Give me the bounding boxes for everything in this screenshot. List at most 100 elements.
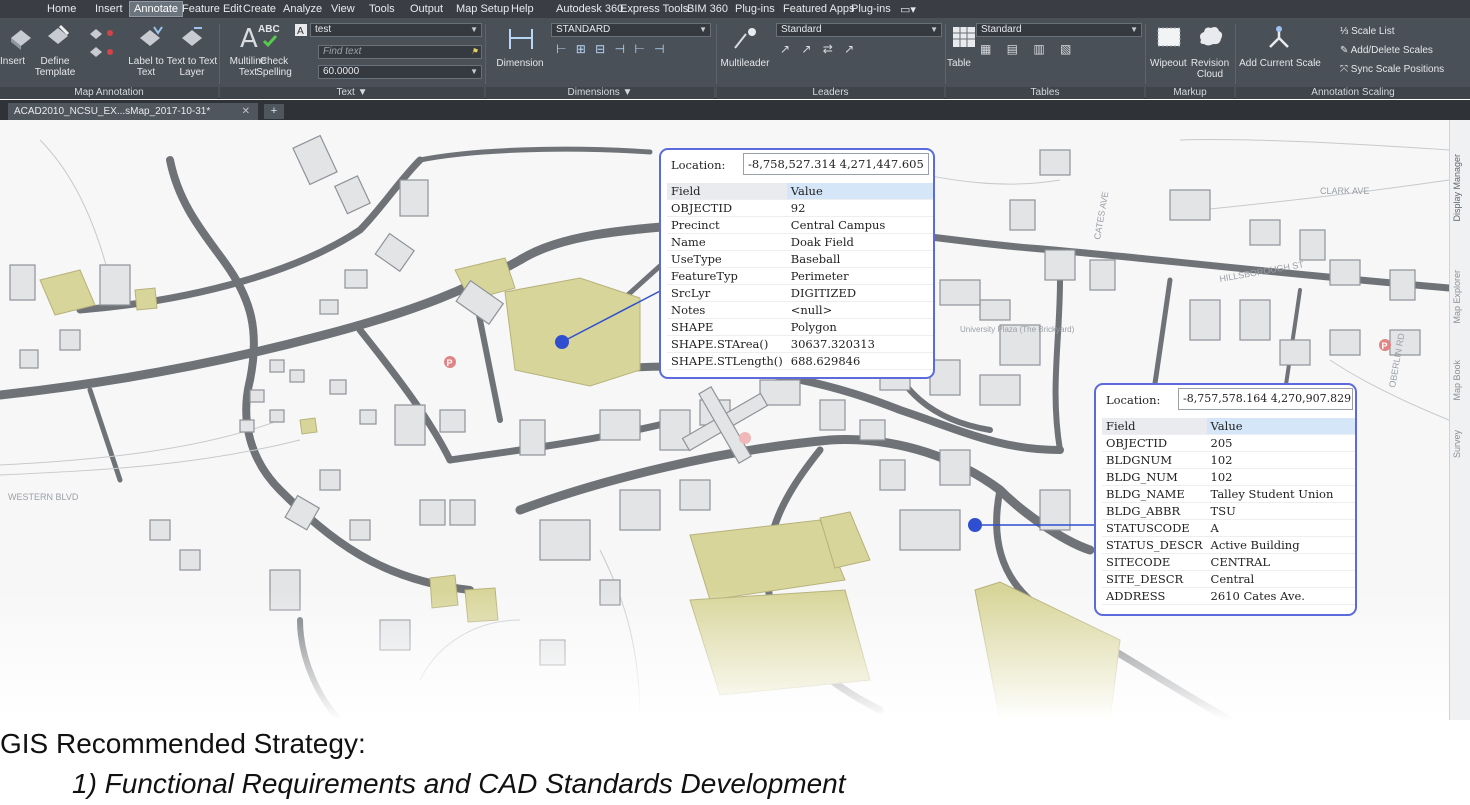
table-row[interactable]: ADDRESS 2610 Cates Ave. — [1102, 587, 1355, 605]
dimension-icon[interactable] — [506, 26, 536, 57]
map-annotation-small-icons[interactable] — [86, 26, 120, 71]
ribbon-tab-annotate[interactable]: Annotate — [129, 1, 184, 17]
attribute-table: Field Value OBJECTID 205 BLDGNUM 102 BLDG_NUM 1… — [1102, 418, 1355, 605]
define-template-button-label[interactable]: Define Template — [30, 56, 80, 78]
field-name-cell: BLDGNUM — [1102, 451, 1207, 469]
dimension-style-dropdown[interactable]: STANDARD ▼ — [551, 23, 711, 37]
field-name-cell: UseType — [667, 250, 787, 268]
ribbon-overflow-icon[interactable]: ▭▾ — [900, 3, 916, 16]
check-spelling-button-label[interactable]: Check Spelling — [254, 56, 294, 78]
leader-style-dropdown[interactable]: Standard ▼ — [776, 23, 942, 37]
multileader-button-label[interactable]: Multileader — [718, 58, 772, 69]
ribbon-tab-home[interactable]: Home — [47, 3, 76, 15]
revision-cloud-icon[interactable] — [1196, 24, 1224, 53]
document-tab[interactable]: ACAD2010_NCSU_EX...sMap_2017-10-31* ✕ — [8, 103, 258, 120]
ribbon-tab-plug-ins[interactable]: Plug-ins — [851, 3, 891, 15]
wipeout-button-label[interactable]: Wipeout — [1150, 58, 1187, 69]
popup-location-label: Location: — [1106, 393, 1161, 407]
table-row[interactable]: Name Doak Field — [667, 233, 933, 251]
insert-button-label[interactable]: Insert — [0, 56, 25, 67]
table-row[interactable]: Notes <null> — [667, 301, 933, 319]
ribbon-tab-map-setup[interactable]: Map Setup — [456, 3, 509, 15]
table-header-row: Field Value — [667, 183, 933, 200]
table-header-row: Field Value — [1102, 418, 1355, 435]
table-row[interactable]: OBJECTID 92 — [667, 199, 933, 217]
text-to-layer-button-label[interactable]: Text to Text Layer — [166, 56, 218, 78]
table-row[interactable]: Precinct Central Campus — [667, 216, 933, 234]
field-name-cell: STATUSCODE — [1102, 519, 1207, 537]
check-spelling-icon[interactable] — [262, 34, 278, 53]
ribbon-tab-create[interactable]: Create — [243, 3, 276, 15]
ribbon-tab-plug-ins[interactable]: Plug-ins — [735, 3, 775, 15]
display-manager-tab[interactable]: Display Manager — [1452, 154, 1462, 222]
define-template-icon[interactable] — [44, 24, 72, 55]
table-row[interactable]: BLDGNUM 102 — [1102, 451, 1355, 469]
close-icon[interactable]: ✕ — [242, 103, 250, 120]
table-row[interactable]: STATUSCODE A — [1102, 519, 1355, 537]
find-text-input[interactable]: Find text ⚑ — [318, 45, 482, 59]
table-row[interactable]: SrcLyr DIGITIZED — [667, 284, 933, 302]
add-current-scale-button-label[interactable]: Add Current Scale — [1238, 58, 1322, 69]
scale-list-button[interactable]: ⅓ Scale List — [1340, 26, 1394, 37]
text-style-dropdown[interactable]: test ▼ — [310, 23, 482, 37]
table-row[interactable]: OBJECTID 205 — [1102, 434, 1355, 452]
table-style-dropdown[interactable]: Standard ▼ — [976, 23, 1142, 37]
ribbon-tab-feature-edit[interactable]: Feature Edit — [182, 3, 242, 15]
wipeout-icon[interactable] — [1156, 26, 1182, 53]
insert-icon[interactable] — [8, 26, 34, 55]
field-value-cell: 102 — [1206, 468, 1355, 486]
ribbon-tab-featured-apps[interactable]: Featured Apps — [783, 3, 855, 15]
table-row[interactable]: STATUS_DESCR Active Building — [1102, 536, 1355, 554]
table-button-label[interactable]: Table — [946, 58, 972, 69]
text-height-dropdown[interactable]: 60.0000 ▼ — [318, 65, 482, 79]
ribbon-tab-output[interactable]: Output — [410, 3, 443, 15]
survey-tab[interactable]: Survey — [1452, 430, 1462, 458]
multiline-text-icon[interactable]: A — [240, 24, 258, 54]
table-row[interactable]: BLDG_NUM 102 — [1102, 468, 1355, 486]
table-row[interactable]: SITECODE CENTRAL — [1102, 553, 1355, 571]
identify-popup-doak-field[interactable]: Location: -8,758,527.314 4,271,447.605 F… — [659, 148, 935, 379]
ribbon-panel: Insert Define Template Label to Text Tex… — [0, 18, 1470, 99]
add-delete-scales-button[interactable]: ✎ Add/Delete Scales — [1340, 45, 1433, 56]
new-tab-button[interactable]: + — [264, 104, 284, 119]
table-tools-icons[interactable]: ▦ ▤ ▥ ▧ — [980, 42, 1077, 56]
ribbon-tab-analyze[interactable]: Analyze — [283, 3, 322, 15]
ribbon-tab-insert[interactable]: Insert — [95, 3, 123, 15]
table-row[interactable]: SITE_DESCR Central — [1102, 570, 1355, 588]
multileader-icon[interactable] — [732, 26, 760, 55]
table-row[interactable]: SHAPE.STArea() 30637.320313 — [667, 335, 933, 353]
table-icon[interactable] — [952, 26, 976, 53]
table-row[interactable]: FeatureTyp Perimeter — [667, 267, 933, 285]
table-row[interactable]: UseType Baseball — [667, 250, 933, 268]
map-canvas[interactable]: CLARK AVE HILLSBOROUGH ST OBERLIN RD CAT… — [0, 120, 1470, 720]
add-current-scale-icon[interactable] — [1266, 24, 1292, 55]
map-explorer-tab[interactable]: Map Explorer — [1452, 270, 1462, 324]
table-row[interactable]: BLDG_ABBR TSU — [1102, 502, 1355, 520]
ribbon-tab-autodesk-360[interactable]: Autodesk 360 — [556, 3, 623, 15]
map-book-tab[interactable]: Map Book — [1452, 360, 1462, 401]
ribbon-tab-express-tools[interactable]: Express Tools — [620, 3, 688, 15]
dimension-button-label[interactable]: Dimension — [494, 58, 546, 69]
table-row[interactable]: SHAPE.STLength() 688.629846 — [667, 352, 933, 370]
field-name-cell: SITECODE — [1102, 553, 1207, 571]
leader-tools-icons[interactable]: ↗ ↗ ⇄ ↗ — [780, 42, 858, 56]
text-to-layer-icon[interactable] — [178, 24, 206, 57]
field-value-cell: Talley Student Union — [1206, 485, 1355, 503]
table-row[interactable]: SHAPE Polygon — [667, 318, 933, 336]
ribbon-tab-bim-360[interactable]: BIM 360 — [687, 3, 728, 15]
location-pin-1[interactable] — [555, 335, 569, 349]
label-to-text-icon[interactable] — [136, 24, 164, 57]
table-row[interactable]: BLDG_NAME Talley Student Union — [1102, 485, 1355, 503]
annotation-scaling-group-title: Annotation Scaling — [1236, 87, 1470, 99]
ribbon-tab-help[interactable]: Help — [511, 3, 534, 15]
ribbon-tab-view[interactable]: View — [331, 3, 355, 15]
dimension-tools-icons[interactable]: ⊢ ⊞ ⊟ ⊣ ⊢ ⊣ — [556, 42, 668, 56]
label-to-text-button-label[interactable]: Label to Text — [128, 56, 164, 78]
ribbon-separator — [485, 24, 486, 84]
location-pin-2[interactable] — [968, 518, 982, 532]
find-icon[interactable]: ⚑ — [471, 46, 478, 58]
revision-cloud-button-label[interactable]: Revision Cloud — [1188, 58, 1232, 80]
ribbon-tab-tools[interactable]: Tools — [369, 3, 395, 15]
identify-popup-talley-union[interactable]: Location: -8,757,578.164 4,270,907.829 F… — [1094, 383, 1357, 616]
sync-scale-positions-button[interactable]: ⤧ Sync Scale Positions — [1340, 64, 1444, 75]
